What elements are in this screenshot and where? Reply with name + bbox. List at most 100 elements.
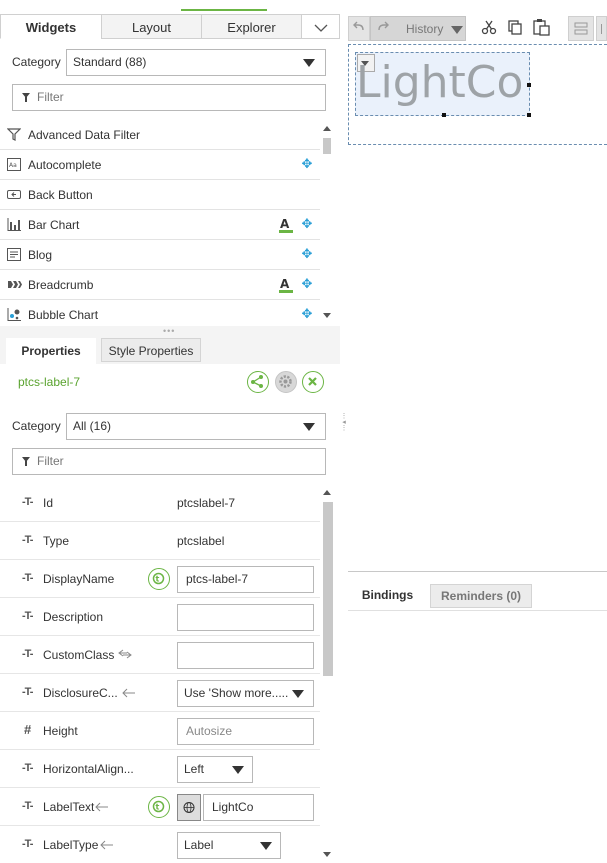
widget-label: Autocomplete — [28, 158, 102, 172]
gear-icon — [279, 375, 292, 388]
resize-handle-right[interactable] — [527, 83, 531, 87]
blog-icon — [7, 248, 21, 261]
align-button[interactable] — [568, 16, 594, 41]
localization-token-button[interactable]: t — [148, 568, 170, 590]
tab-bindings[interactable]: Bindings — [350, 584, 425, 610]
svg-text:A: A — [280, 217, 290, 231]
property-list-scrollbar[interactable] — [321, 484, 333, 863]
scroll-thumb[interactable] — [323, 502, 333, 676]
paste-button[interactable] — [531, 16, 553, 41]
autocomplete-icon: Aa — [7, 158, 21, 171]
displayname-input[interactable]: ptcs-label-7 — [177, 566, 314, 593]
move-icon[interactable]: ✥ — [300, 217, 314, 231]
undo-button[interactable] — [348, 16, 370, 41]
list-item[interactable]: Back Button — [0, 180, 320, 210]
history-dropdown[interactable]: History — [370, 16, 466, 41]
list-item[interactable]: Advanced Data Filter — [0, 120, 320, 150]
list-item[interactable]: Blog ✥ — [0, 240, 320, 270]
text-type-icon: -T- — [22, 686, 33, 698]
tab-explorer[interactable]: Explorer — [201, 14, 302, 39]
scroll-thumb[interactable] — [323, 138, 331, 154]
tab-properties[interactable]: Properties — [6, 338, 96, 364]
tab-reminders[interactable]: Reminders (0) — [430, 584, 532, 608]
widgets-filter-placeholder: Filter — [37, 90, 64, 104]
tab-style-properties[interactable]: Style Properties — [101, 338, 201, 362]
scroll-up-icon[interactable] — [323, 490, 331, 495]
move-icon[interactable]: ✥ — [300, 247, 314, 261]
widget-label: Back Button — [28, 188, 93, 202]
dropdown-arrow-icon — [292, 690, 304, 698]
property-row-disclosure: -T- DisclosureC... Use 'Show more..... — [0, 674, 320, 712]
horizontalalign-select[interactable]: Left — [177, 756, 253, 783]
resize-handle-bottom[interactable] — [442, 113, 446, 117]
properties-category-value: All (16) — [73, 419, 112, 433]
widgets-filter-input[interactable]: Filter — [12, 84, 326, 111]
localize-button[interactable] — [177, 794, 201, 821]
scroll-down-icon[interactable] — [323, 852, 331, 857]
disclosure-select[interactable]: Use 'Show more..... — [177, 680, 314, 707]
property-row-labeltype: -T- LabelType Label — [0, 826, 320, 863]
text-style-icon: A — [279, 217, 293, 233]
widgets-category-select[interactable]: Standard (88) — [66, 49, 326, 76]
text-style-icon: A — [279, 277, 293, 293]
localization-token-button[interactable]: t — [148, 796, 170, 818]
property-row-labeltext: -T- LabelText t LightCo — [0, 788, 320, 826]
disclosure-value: Use 'Show more..... — [184, 686, 289, 700]
right-panel: History LightCo Bindings Reminders (0) — [348, 12, 607, 863]
bindable-both-icon — [118, 649, 132, 659]
move-icon[interactable]: ✥ — [300, 277, 314, 291]
vertical-splitter[interactable]: ⋮ ◂ ⋮ — [340, 12, 348, 863]
history-label: History — [406, 22, 444, 36]
property-row-customclass: -T- CustomClass — [0, 636, 320, 674]
widget-label: Bubble Chart — [28, 308, 99, 322]
property-value: ptcslabel-7 — [177, 496, 236, 510]
property-name: Description — [43, 610, 104, 624]
labeltype-select[interactable]: Label — [177, 832, 281, 859]
share-button[interactable] — [247, 371, 269, 393]
list-item[interactable]: Bar Chart A ✥ — [0, 210, 320, 240]
labeltype-value: Label — [184, 838, 214, 852]
scroll-down-icon[interactable] — [323, 313, 331, 318]
text-type-icon: -T- — [22, 762, 33, 774]
settings-button[interactable] — [275, 371, 297, 393]
property-list: -T- Id ptcslabel-7 -T- Type ptcslabel -T… — [0, 484, 320, 863]
property-row-horizontalalign: -T- HorizontalAlign... Left — [0, 750, 320, 788]
list-item[interactable]: Breadcrumb A ✥ — [0, 270, 320, 300]
list-item[interactable]: Aa Autocomplete ✥ — [0, 150, 320, 180]
height-input[interactable]: Autosize — [177, 718, 314, 745]
cut-button[interactable] — [479, 16, 499, 41]
property-row-displayname: -T- DisplayName t ptcs-label-7 — [0, 560, 320, 598]
labeltext-input[interactable]: LightCo — [203, 794, 314, 821]
scroll-up-icon[interactable] — [323, 126, 331, 131]
more-tools-button[interactable] — [596, 16, 607, 41]
widget-label: Blog — [28, 248, 53, 262]
text-type-icon: -T- — [22, 534, 33, 546]
properties-filter-input[interactable]: Filter — [12, 448, 326, 475]
list-item[interactable]: Bubble Chart ✥ — [0, 300, 320, 326]
move-icon[interactable]: ✥ — [300, 307, 314, 321]
panel-splitter[interactable]: ••• — [0, 326, 340, 336]
tab-layout[interactable]: Layout — [101, 14, 202, 39]
design-canvas[interactable]: LightCo — [348, 44, 607, 145]
active-tab-underline — [181, 9, 267, 11]
property-row-height: # Height Autosize — [0, 712, 320, 750]
description-input[interactable] — [177, 604, 314, 631]
resize-handle-corner[interactable] — [527, 113, 531, 117]
properties-category-label: Category — [12, 419, 61, 433]
selected-label-widget[interactable]: LightCo — [355, 52, 531, 117]
move-icon[interactable]: ✥ — [300, 157, 314, 171]
tab-widgets[interactable]: Widgets — [0, 14, 102, 39]
close-button[interactable] — [302, 371, 324, 393]
horizontalalign-value: Left — [184, 762, 205, 776]
number-type-icon: # — [24, 722, 32, 737]
customclass-input[interactable] — [177, 642, 314, 669]
properties-category-select[interactable]: All (16) — [66, 413, 326, 440]
text-type-icon: -T- — [22, 800, 33, 812]
copy-icon — [508, 20, 522, 35]
selected-widget-id: ptcs-label-7 — [18, 375, 81, 389]
left-panel: Widgets Layout Explorer Category Standar… — [0, 12, 340, 863]
copy-button[interactable] — [505, 16, 525, 41]
tab-overflow-button[interactable] — [301, 14, 340, 39]
property-row-type: -T- Type ptcslabel — [0, 522, 320, 560]
widget-list-scrollbar[interactable] — [321, 120, 333, 326]
